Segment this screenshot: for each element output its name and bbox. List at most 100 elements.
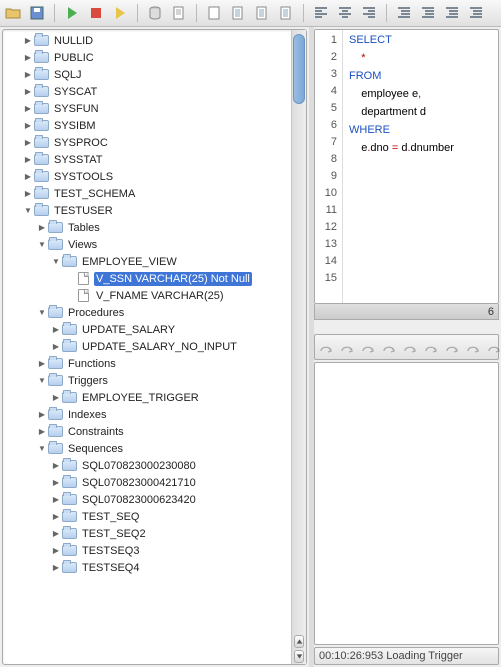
tree-label[interactable]: TESTSEQ4 — [80, 561, 141, 575]
tree-label[interactable]: TESTUSER — [52, 204, 115, 218]
tree-label[interactable]: SYSIBM — [52, 119, 98, 133]
tree-row[interactable]: ▶ TESTSEQ4 — [3, 559, 291, 576]
tree-label[interactable]: SYSTOOLS — [52, 170, 115, 184]
tree-label[interactable]: Sequences — [66, 442, 125, 456]
tree-label[interactable]: SYSPROC — [52, 136, 110, 150]
tree-label[interactable]: NULLID — [52, 34, 95, 48]
format-button[interactable] — [467, 4, 485, 22]
tree-row[interactable]: ▶ SQL070823000421710 — [3, 474, 291, 491]
tree-row[interactable]: ▶ Functions — [3, 355, 291, 372]
thread-button[interactable] — [360, 338, 376, 356]
tree-label[interactable]: SYSFUN — [52, 102, 101, 116]
tree-row[interactable]: ▼ Sequences — [3, 440, 291, 457]
tree-row[interactable]: ▶ TEST_SEQ2 — [3, 525, 291, 542]
sheet-pencil-button[interactable] — [253, 4, 271, 22]
tree-label[interactable]: Triggers — [66, 374, 110, 388]
tree-label[interactable]: UPDATE_SALARY — [80, 323, 177, 337]
tree-row[interactable]: ▶ SYSCAT — [3, 83, 291, 100]
tree-row[interactable]: ▶ SYSPROC — [3, 134, 291, 151]
save-button[interactable] — [28, 4, 46, 22]
tree-label[interactable]: SQL070823000623420 — [80, 493, 198, 507]
disclosure-closed-icon[interactable]: ▶ — [51, 563, 61, 572]
tree-row[interactable]: ▶ NULLID — [3, 32, 291, 49]
disclosure-closed-icon[interactable]: ▶ — [51, 512, 61, 521]
disclosure-closed-icon[interactable]: ▶ — [23, 36, 33, 45]
tree-row[interactable]: ▶PUBLIC — [3, 49, 291, 66]
disclosure-closed-icon[interactable]: ▶ — [23, 189, 33, 198]
results-panel[interactable] — [314, 362, 499, 645]
scroll-up-button[interactable] — [294, 635, 304, 648]
tree-label[interactable]: UPDATE_SALARY_NO_INPUT — [80, 340, 239, 354]
stop-red-button[interactable] — [87, 4, 105, 22]
disclosure-closed-icon[interactable]: ▶ — [37, 410, 47, 419]
align-left-button[interactable] — [312, 4, 330, 22]
tree-label[interactable]: Functions — [66, 357, 118, 371]
outdent-button[interactable] — [419, 4, 437, 22]
editor-hscrollbar[interactable]: 6 — [314, 304, 499, 320]
disclosure-closed-icon[interactable]: ▶ — [51, 546, 61, 555]
scroll-down-button[interactable] — [294, 650, 304, 663]
disclosure-closed-icon[interactable]: ▶ — [51, 342, 61, 351]
tree-row[interactable]: ▶Constraints — [3, 423, 291, 440]
disclosure-open-icon[interactable]: ▼ — [37, 376, 47, 385]
schema-tree[interactable]: ▶ NULLID▶PUBLIC ▶ SQLJ ▶ SYSCAT ▶ SYSFUN ▶ SYSIBM… — [3, 30, 291, 664]
tree-label[interactable]: TEST_SEQ2 — [80, 527, 148, 541]
disclosure-open-icon[interactable]: ▼ — [37, 308, 47, 317]
disclosure-open-icon[interactable]: ▼ — [37, 444, 47, 453]
copy-button[interactable] — [465, 338, 481, 356]
tree-label[interactable]: Procedures — [66, 306, 126, 320]
tree-label[interactable]: TESTSEQ3 — [80, 544, 141, 558]
step-back-button[interactable] — [402, 338, 418, 356]
script-button[interactable] — [170, 4, 188, 22]
tree-row[interactable]: ▶SYSSTAT — [3, 151, 291, 168]
disclosure-closed-icon[interactable]: ▶ — [51, 478, 61, 487]
tree-row[interactable]: ▼ TESTUSER — [3, 202, 291, 219]
disclosure-open-icon[interactable]: ▼ — [37, 240, 47, 249]
disclosure-closed-icon[interactable]: ▶ — [51, 529, 61, 538]
tree-label[interactable]: SQL070823000230080 — [80, 459, 198, 473]
tree-row[interactable]: V_FNAME VARCHAR(25) — [3, 287, 291, 304]
sql-editor[interactable]: 123456789101112131415 SELECT * FROM empl… — [314, 29, 499, 304]
disclosure-closed-icon[interactable]: ▶ — [23, 87, 33, 96]
tree-row[interactable]: ▼ Triggers — [3, 372, 291, 389]
tree-row[interactable]: ▶ SQL070823000623420 — [3, 491, 291, 508]
book-button[interactable] — [205, 4, 223, 22]
tree-label[interactable]: SQLJ — [52, 68, 84, 82]
code-area[interactable]: SELECT * FROM employee e, department d W… — [343, 30, 498, 303]
step-over-button[interactable] — [318, 338, 334, 356]
run-green-button[interactable] — [63, 4, 81, 22]
disclosure-closed-icon[interactable]: ▶ — [23, 172, 33, 181]
tree-label[interactable]: Constraints — [66, 425, 126, 439]
tree-scrollbar[interactable] — [291, 30, 306, 664]
indent-right-button[interactable] — [443, 4, 461, 22]
db-button[interactable] — [146, 4, 164, 22]
tree-label[interactable]: EMPLOYEE_VIEW — [80, 255, 179, 269]
tree-row[interactable]: ▶EMPLOYEE_TRIGGER — [3, 389, 291, 406]
tree-row[interactable]: ▼EMPLOYEE_VIEW — [3, 253, 291, 270]
disclosure-closed-icon[interactable]: ▶ — [23, 121, 33, 130]
tree-label[interactable]: SYSSTAT — [52, 153, 105, 167]
tree-label[interactable]: Tables — [66, 221, 102, 235]
disclosure-closed-icon[interactable]: ▶ — [37, 359, 47, 368]
tree-row[interactable]: ▶Indexes — [3, 406, 291, 423]
disclosure-closed-icon[interactable]: ▶ — [23, 70, 33, 79]
tree-row[interactable]: ▶UPDATE_SALARY — [3, 321, 291, 338]
tree-row[interactable]: ▶ Tables — [3, 219, 291, 236]
tree-row[interactable]: ▶ TEST_SCHEMA — [3, 185, 291, 202]
disclosure-closed-icon[interactable]: ▶ — [37, 223, 47, 232]
disclosure-closed-icon[interactable]: ▶ — [51, 495, 61, 504]
tree-label[interactable]: Views — [66, 238, 99, 252]
scrollbar-thumb[interactable] — [293, 34, 305, 104]
tree-label[interactable]: SQL070823000421710 — [80, 476, 198, 490]
disclosure-closed-icon[interactable]: ▶ — [23, 138, 33, 147]
tree-label[interactable]: EMPLOYEE_TRIGGER — [80, 391, 201, 405]
step-into-button[interactable] — [339, 338, 355, 356]
tree-label[interactable]: SYSCAT — [52, 85, 99, 99]
tree-row[interactable]: ▶SQL070823000230080 — [3, 457, 291, 474]
disclosure-open-icon[interactable]: ▼ — [23, 206, 33, 215]
disclosure-closed-icon[interactable]: ▶ — [23, 104, 33, 113]
tree-label[interactable]: TEST_SCHEMA — [52, 187, 137, 201]
align-right-button[interactable] — [360, 4, 378, 22]
tree-row[interactable]: ▶ SYSFUN — [3, 100, 291, 117]
run-yellow-button[interactable] — [111, 4, 129, 22]
